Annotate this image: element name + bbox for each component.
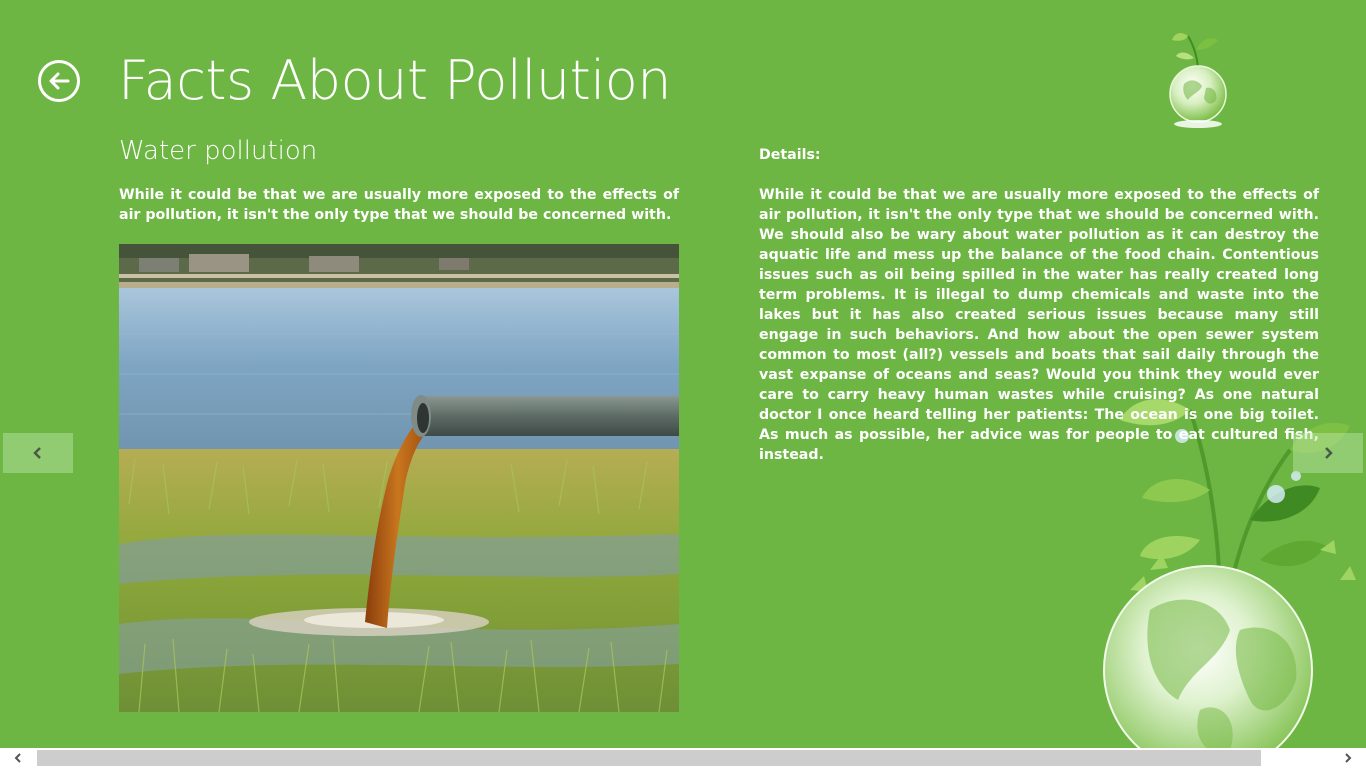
green-globe-logo	[1169, 33, 1227, 128]
scroll-right-button[interactable]	[1330, 748, 1366, 768]
scroll-left-arrow-icon	[14, 753, 21, 763]
scroll-thumb[interactable]	[37, 750, 1261, 766]
back-button[interactable]	[38, 60, 80, 102]
scroll-left-button[interactable]	[0, 748, 36, 768]
chevron-right-icon	[1325, 447, 1333, 459]
section-summary: While it could be that we are usually mo…	[119, 187, 679, 223]
details-label: Details:	[759, 147, 821, 163]
previous-button[interactable]	[3, 433, 73, 473]
scroll-right-arrow-icon	[1345, 753, 1352, 763]
back-arrow-icon	[49, 72, 70, 90]
horizontal-scrollbar[interactable]	[0, 748, 1366, 768]
pollution-photo	[119, 244, 679, 712]
page-title: Facts About Pollution	[118, 49, 672, 112]
chevron-left-icon	[33, 447, 41, 459]
next-button[interactable]	[1293, 433, 1363, 473]
section-title: Water pollution	[119, 136, 318, 166]
details-text: While it could be that we are usually mo…	[759, 187, 1319, 463]
